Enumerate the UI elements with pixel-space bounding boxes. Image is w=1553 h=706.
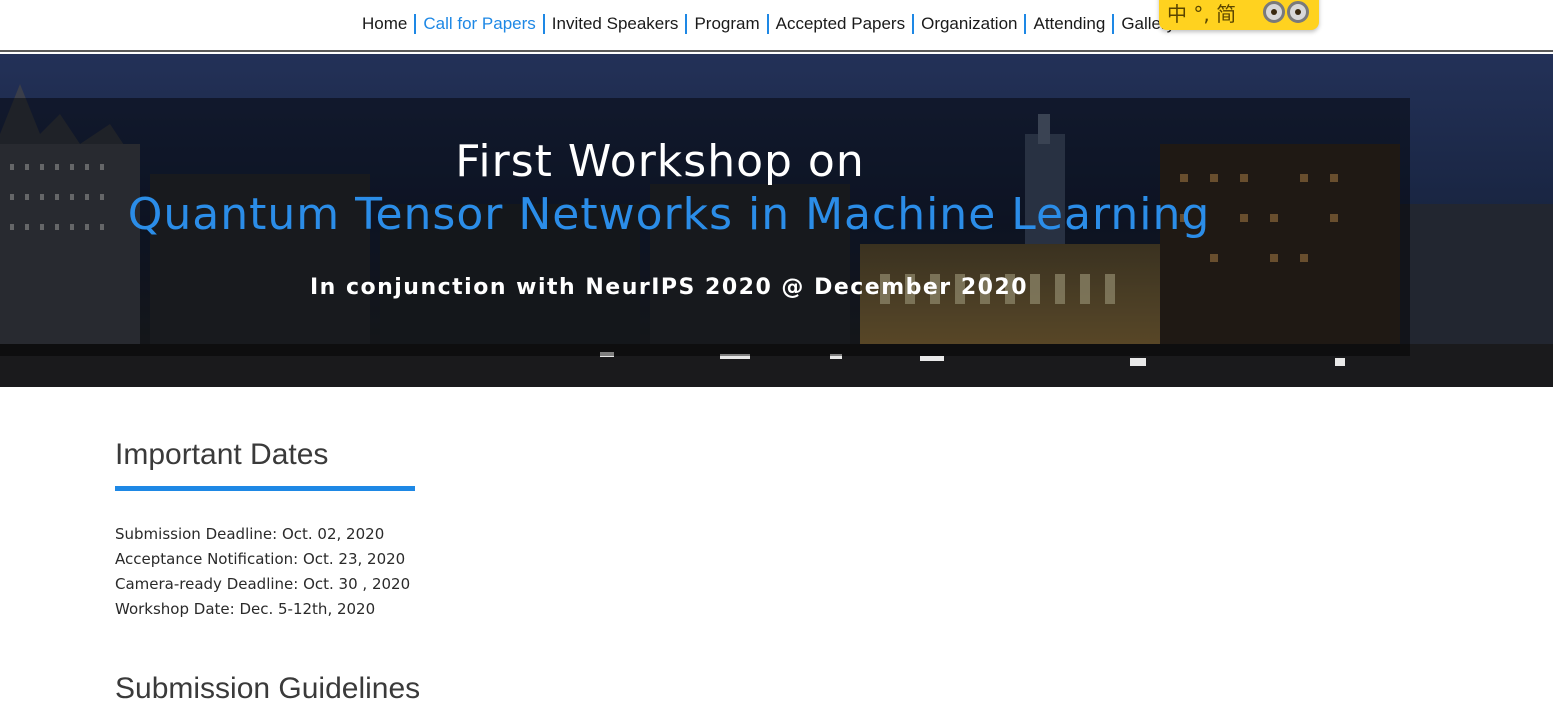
nav-item-invited-speakers[interactable]: Invited Speakers (548, 14, 683, 34)
nav-item-organization[interactable]: Organization (917, 14, 1021, 34)
heading-underline (115, 486, 415, 491)
mascot-eye-icon (1263, 1, 1285, 23)
submission-guidelines-heading: Submission Guidelines (115, 672, 421, 705)
hero-banner: First Workshop on Quantum Tensor Network… (0, 54, 1553, 387)
nav-item-accepted-papers[interactable]: Accepted Papers (772, 14, 909, 34)
banner-tagline: In conjunction with NeurIPS 2020 @ Decem… (309, 275, 1029, 300)
date-item-submission: Submission Deadline: Oct. 02, 2020 (115, 525, 385, 543)
date-item-camera-ready: Camera-ready Deadline: Oct. 30 , 2020 (115, 575, 411, 593)
nav-menu: Home Call for Papers Invited Speakers Pr… (358, 14, 1179, 34)
ime-mode-text[interactable]: 中 °, 简 (1167, 0, 1236, 27)
important-dates-list: Submission Deadline: Oct. 02, 2020 Accep… (115, 522, 410, 622)
mascot-eye-icon (1287, 1, 1309, 23)
minion-mascot-icon[interactable] (1263, 1, 1309, 23)
banner-title: Quantum Tensor Networks in Machine Learn… (127, 189, 1211, 240)
nav-separator (685, 14, 688, 34)
nav-separator (542, 14, 545, 34)
nav-separator (912, 14, 915, 34)
nav-separator (1024, 14, 1027, 34)
important-dates-heading: Important Dates (115, 438, 329, 471)
nav-separator (414, 14, 417, 34)
nav-separator (766, 14, 769, 34)
nav-separator (1112, 14, 1115, 34)
nav-item-call-for-papers[interactable]: Call for Papers (419, 14, 539, 34)
ime-toolbar[interactable]: 中 °, 简 (1159, 0, 1319, 30)
nav-item-home[interactable]: Home (358, 14, 411, 34)
nav-item-program[interactable]: Program (690, 14, 763, 34)
nav-item-attending[interactable]: Attending (1029, 14, 1109, 34)
banner-subtitle: First Workshop on (455, 136, 865, 187)
top-navigation: Home Call for Papers Invited Speakers Pr… (0, 0, 1553, 52)
date-item-acceptance: Acceptance Notification: Oct. 23, 2020 (115, 550, 406, 568)
date-item-workshop: Workshop Date: Dec. 5-12th, 2020 (115, 600, 376, 618)
